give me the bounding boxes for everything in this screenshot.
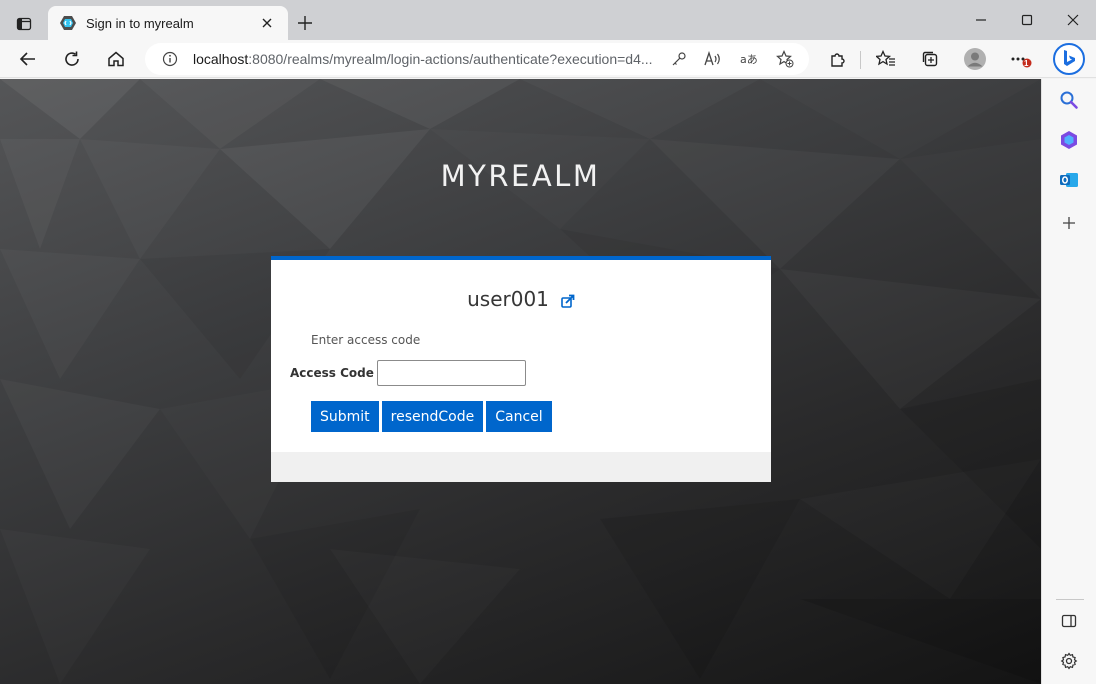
restart-login-icon[interactable] — [561, 294, 575, 308]
outlook-icon[interactable] — [1057, 168, 1081, 192]
profile-icon[interactable] — [961, 45, 989, 73]
browser-sidebar — [1041, 79, 1096, 684]
back-arrow-icon[interactable] — [14, 45, 42, 73]
copilot-icon[interactable] — [1057, 128, 1081, 152]
cancel-button[interactable]: Cancel — [486, 401, 552, 432]
more-icon[interactable]: 1 — [1007, 45, 1035, 73]
star-plus-icon[interactable] — [775, 49, 795, 69]
url-text[interactable]: localhost:8080/realms/myrealm/login-acti… — [193, 51, 661, 67]
card-footer — [271, 452, 771, 482]
submit-button[interactable]: Submit — [311, 401, 379, 432]
site-info-icon[interactable] — [161, 50, 179, 68]
username: user001 — [467, 287, 549, 311]
split-panel-icon[interactable] — [1057, 609, 1081, 633]
add-icon[interactable] — [1057, 211, 1081, 235]
svg-text:aあ: aあ — [740, 53, 758, 66]
toolbar-divider — [860, 51, 861, 69]
sidebar-divider — [1056, 599, 1084, 600]
address-bar[interactable]: localhost:8080/realms/myrealm/login-acti… — [145, 43, 809, 75]
url-host: localhost — [193, 51, 249, 67]
tab-title: Sign in to myrealm — [86, 15, 194, 31]
home-icon[interactable] — [102, 45, 130, 73]
page-viewport: MYREALM user001 Enter access code Access… — [0, 79, 1041, 684]
settings-icon[interactable] — [1057, 649, 1081, 673]
url-path: :8080/realms/myrealm/login-actions/authe… — [248, 51, 653, 67]
notification-badge: 1 — [1024, 59, 1029, 68]
key-icon[interactable] — [669, 49, 689, 69]
read-aloud-icon[interactable] — [703, 49, 723, 69]
user-line: user001 — [271, 287, 771, 311]
search-icon[interactable] — [1057, 88, 1081, 112]
keycloak-icon — [60, 15, 76, 31]
browser-toolbar: localhost:8080/realms/myrealm/login-acti… — [0, 40, 1096, 78]
favorites-icon[interactable] — [872, 45, 900, 73]
access-code-input[interactable] — [376, 360, 526, 386]
browser-tab[interactable]: Sign in to myrealm — [48, 6, 288, 40]
resend-code-button[interactable]: resendCode — [381, 401, 484, 432]
puzzle-icon[interactable] — [824, 45, 852, 73]
collections-icon[interactable] — [916, 45, 944, 73]
bing-icon[interactable] — [1053, 43, 1085, 75]
new-tab-icon[interactable] — [294, 12, 316, 34]
access-code-label: Access Code — [290, 366, 374, 380]
access-code-hint: Enter access code — [311, 333, 421, 347]
button-row: Submit resendCode Cancel — [311, 401, 552, 432]
realm-title: MYREALM — [440, 159, 601, 193]
close-window-icon[interactable] — [1050, 8, 1096, 32]
refresh-icon[interactable] — [58, 45, 86, 73]
access-code-row: Access Code — [290, 360, 526, 386]
tab-actions-icon[interactable] — [10, 12, 38, 36]
tab-strip: Sign in to myrealm — [0, 0, 1096, 40]
translate-icon[interactable]: aあ — [739, 49, 759, 69]
login-card: user001 Enter access code Access Code Su… — [271, 256, 771, 482]
minimize-icon[interactable] — [958, 8, 1004, 32]
maximize-icon[interactable] — [1004, 8, 1050, 32]
close-tab-icon[interactable] — [258, 14, 276, 32]
